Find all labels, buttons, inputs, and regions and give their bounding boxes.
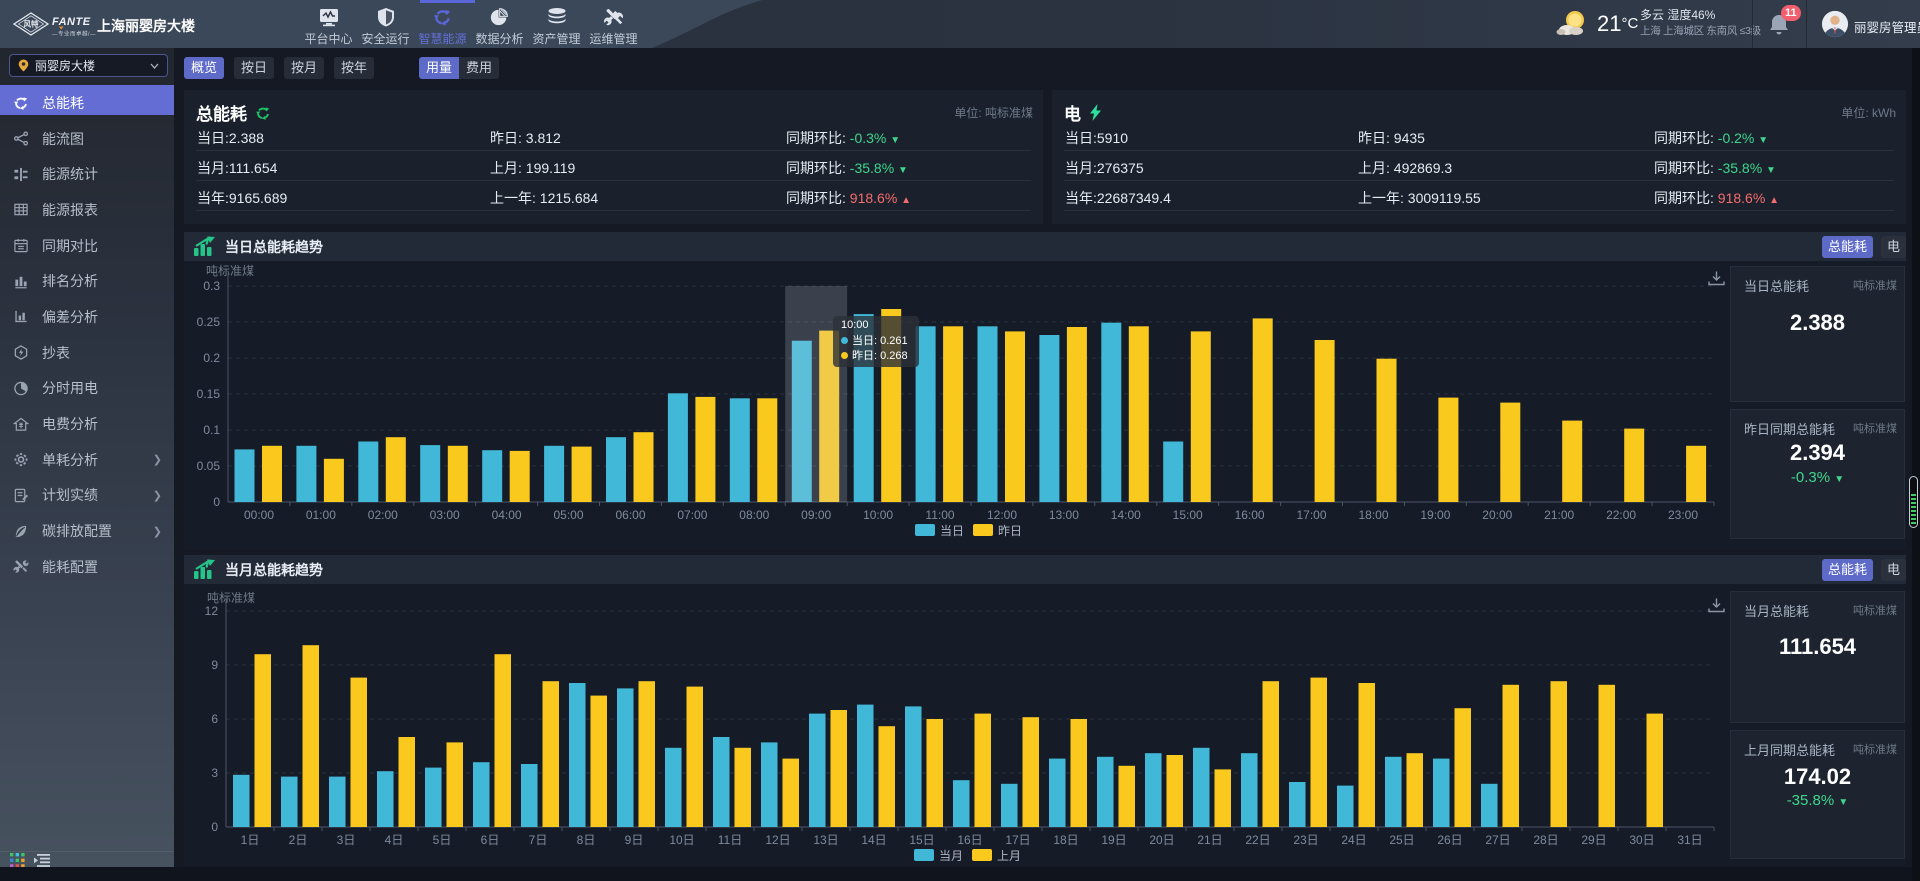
svg-text:20:00: 20:00 — [1482, 508, 1512, 522]
svg-text:0.05: 0.05 — [197, 459, 221, 473]
svg-text:19:00: 19:00 — [1420, 508, 1450, 522]
svg-text:18:00: 18:00 — [1358, 508, 1388, 522]
svg-text:28日: 28日 — [1533, 833, 1558, 847]
svg-text:16日: 16日 — [957, 833, 982, 847]
svg-text:17:00: 17:00 — [1296, 508, 1326, 522]
svg-text:09:00: 09:00 — [801, 508, 831, 522]
svg-text:FANTE: FANTE — [52, 16, 91, 28]
svg-text:0.3: 0.3 — [203, 279, 220, 293]
svg-text:昨日: 昨日 — [998, 524, 1022, 538]
svg-text:16:00: 16:00 — [1235, 508, 1265, 522]
svg-text:06:00: 06:00 — [615, 508, 645, 522]
svg-text:23日: 23日 — [1293, 833, 1318, 847]
svg-text:当日: 当日 — [940, 524, 964, 538]
svg-text:15:00: 15:00 — [1173, 508, 1203, 522]
svg-text:07:00: 07:00 — [677, 508, 707, 522]
svg-text:03:00: 03:00 — [430, 508, 460, 522]
svg-text:24日: 24日 — [1341, 833, 1366, 847]
svg-text:7日: 7日 — [529, 833, 548, 847]
svg-text:当月: 当月 — [939, 849, 963, 863]
svg-text:2日: 2日 — [289, 833, 308, 847]
svg-text:02:00: 02:00 — [368, 508, 398, 522]
svg-text:0.2: 0.2 — [203, 351, 220, 365]
svg-text:13日: 13日 — [813, 833, 838, 847]
svg-text:吨标准煤: 吨标准煤 — [206, 264, 254, 278]
svg-text:0: 0 — [213, 495, 220, 509]
svg-text:21:00: 21:00 — [1544, 508, 1574, 522]
svg-text:9日: 9日 — [625, 833, 644, 847]
svg-text:15日: 15日 — [909, 833, 934, 847]
svg-text:14日: 14日 — [861, 833, 886, 847]
svg-text:26日: 26日 — [1437, 833, 1462, 847]
svg-text:5日: 5日 — [433, 833, 452, 847]
svg-text:14:00: 14:00 — [1111, 508, 1141, 522]
svg-text:12日: 12日 — [765, 833, 790, 847]
svg-text:1日: 1日 — [241, 833, 260, 847]
svg-text:8日: 8日 — [577, 833, 596, 847]
svg-text:21日: 21日 — [1197, 833, 1222, 847]
svg-text:19日: 19日 — [1101, 833, 1126, 847]
svg-text:13:00: 13:00 — [1049, 508, 1079, 522]
svg-text:0.25: 0.25 — [197, 315, 221, 329]
svg-text:9: 9 — [211, 658, 218, 672]
svg-text:0: 0 — [211, 820, 218, 834]
svg-text:22日: 22日 — [1245, 833, 1270, 847]
svg-text:27日: 27日 — [1485, 833, 1510, 847]
svg-text:3: 3 — [211, 766, 218, 780]
svg-text:30日: 30日 — [1629, 833, 1654, 847]
svg-text:08:00: 08:00 — [739, 508, 769, 522]
svg-text:风特: 风特 — [24, 19, 39, 29]
svg-text:11日: 11日 — [718, 833, 742, 847]
svg-text:12: 12 — [205, 604, 219, 618]
svg-text:0.1: 0.1 — [203, 423, 220, 437]
svg-text:12:00: 12:00 — [987, 508, 1017, 522]
svg-text:0.15: 0.15 — [197, 387, 221, 401]
svg-text:01:00: 01:00 — [306, 508, 336, 522]
svg-text:吨标准煤: 吨标准煤 — [207, 591, 255, 605]
svg-text:18日: 18日 — [1053, 833, 1078, 847]
svg-text:17日: 17日 — [1005, 833, 1030, 847]
svg-text:11:00: 11:00 — [925, 508, 954, 522]
svg-text:23:00: 23:00 — [1668, 508, 1698, 522]
svg-text:31日: 31日 — [1677, 833, 1702, 847]
svg-text:00:00: 00:00 — [244, 508, 274, 522]
svg-text:10日: 10日 — [669, 833, 694, 847]
svg-text:6: 6 — [211, 712, 218, 726]
svg-text:上月: 上月 — [997, 849, 1021, 863]
svg-text:—专业而卓越/—: —专业而卓越/— — [52, 30, 96, 38]
svg-text:25日: 25日 — [1389, 833, 1414, 847]
svg-text:22:00: 22:00 — [1606, 508, 1636, 522]
svg-text:6日: 6日 — [481, 833, 500, 847]
svg-text:29日: 29日 — [1581, 833, 1606, 847]
svg-text:04:00: 04:00 — [492, 508, 522, 522]
svg-text:4日: 4日 — [385, 833, 404, 847]
svg-text:05:00: 05:00 — [553, 508, 583, 522]
svg-text:20日: 20日 — [1149, 833, 1174, 847]
svg-text:3日: 3日 — [337, 833, 356, 847]
svg-text:10:00: 10:00 — [863, 508, 893, 522]
